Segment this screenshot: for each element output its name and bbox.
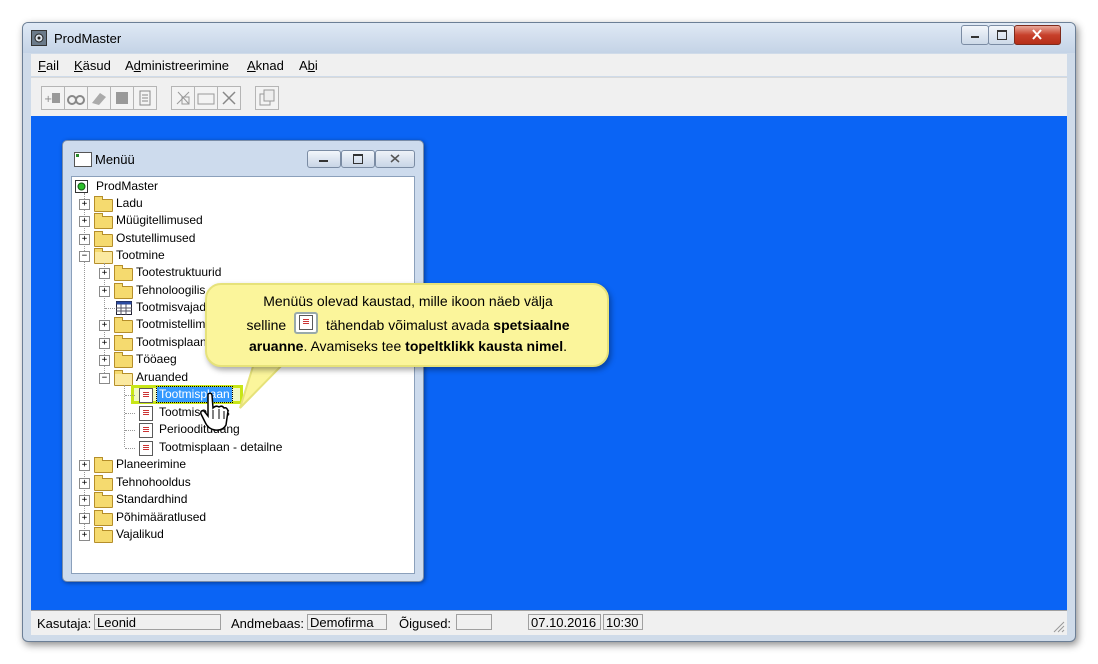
tree-item-ostutellimused[interactable]: + Ostutellimused xyxy=(72,231,272,248)
folder-icon xyxy=(197,93,215,105)
report-icon xyxy=(139,388,153,403)
expand-icon[interactable]: + xyxy=(79,216,90,227)
minimize-button[interactable] xyxy=(961,25,989,45)
time-field: 10:30 xyxy=(603,614,643,630)
copy-button[interactable] xyxy=(255,86,279,110)
menu-kasud[interactable]: Käsud xyxy=(74,58,111,73)
database-field: Demofirma xyxy=(307,614,387,630)
cut-icon xyxy=(176,91,190,105)
report-icon xyxy=(139,441,153,456)
stop-button[interactable] xyxy=(110,86,134,110)
collapse-icon[interactable]: − xyxy=(79,251,90,262)
database-label: Andmebaas: xyxy=(231,616,304,631)
resize-grip-icon[interactable] xyxy=(1051,619,1065,633)
stop-icon xyxy=(116,92,128,104)
callout-pointer xyxy=(239,360,289,409)
svg-text:+: + xyxy=(44,94,52,105)
report-icon xyxy=(139,406,153,421)
maximize-button[interactable] xyxy=(988,25,1015,45)
expand-icon[interactable]: + xyxy=(79,460,90,471)
eraser-icon xyxy=(92,93,106,105)
add-record-icon: + xyxy=(44,93,60,105)
title-bar[interactable]: ProdMaster xyxy=(23,23,1075,53)
toolbar: + xyxy=(31,77,1067,117)
expand-icon[interactable]: + xyxy=(99,268,110,279)
report-icon xyxy=(139,423,153,438)
hand-pointer-icon xyxy=(200,392,229,431)
tree-item-muugitellimused[interactable]: + Müügitellimused xyxy=(72,213,272,230)
expand-icon[interactable]: + xyxy=(99,355,110,366)
expand-icon[interactable]: + xyxy=(79,495,90,506)
tree-item-standardhind[interactable]: + Standardhind xyxy=(72,492,272,509)
tree-item-planeerimine[interactable]: + Planeerimine xyxy=(72,457,272,474)
folder-icon xyxy=(94,475,113,491)
folder-icon xyxy=(94,213,113,229)
expand-icon[interactable]: + xyxy=(79,478,90,489)
close-icon xyxy=(390,154,400,163)
date-field: 07.10.2016 xyxy=(528,614,601,630)
menu-administreerimine[interactable]: Administreerimine xyxy=(125,58,229,73)
root-icon xyxy=(75,180,88,193)
binoculars-icon xyxy=(67,95,85,105)
window-title: ProdMaster xyxy=(54,31,122,46)
callout-text: Menüüs olevad kaustad, mille ikoon näeb … xyxy=(246,293,570,354)
folder-icon xyxy=(94,510,113,526)
app-icon xyxy=(31,30,47,46)
folder-icon xyxy=(94,196,113,212)
tree-item-tehnohooldus[interactable]: + Tehnohooldus xyxy=(72,475,272,492)
cut-button[interactable] xyxy=(171,86,195,110)
tree-item-vajalikud[interactable]: + Vajalikud xyxy=(72,527,272,544)
expand-icon[interactable]: + xyxy=(79,530,90,541)
menu-window-title: Menüü xyxy=(95,152,135,167)
rights-label: Õigused: xyxy=(399,616,452,631)
document-icon xyxy=(139,90,151,106)
close-icon xyxy=(1032,29,1042,40)
expand-icon[interactable]: + xyxy=(79,199,90,210)
folder-icon xyxy=(114,283,133,299)
folder-icon xyxy=(114,352,133,368)
tree-item-report-detailne[interactable]: Tootmisplaan - detailne xyxy=(112,440,332,457)
rights-field xyxy=(456,614,492,630)
menu-abi[interactable]: Abi xyxy=(299,58,318,73)
delete-button[interactable] xyxy=(217,86,241,110)
collapse-icon[interactable]: − xyxy=(99,373,110,384)
expand-icon[interactable]: + xyxy=(79,513,90,524)
expand-icon[interactable]: + xyxy=(99,320,110,331)
folder-icon xyxy=(94,492,113,508)
tree-item-ladu[interactable]: + Ladu xyxy=(72,196,272,213)
folder-icon xyxy=(94,231,113,247)
child-maximize-button[interactable] xyxy=(341,150,375,168)
menu-bar: Fail Käsud Administreerimine Aknad Abi xyxy=(31,54,1067,76)
tree-item-tootestruktuurid[interactable]: + Tootestruktuurid xyxy=(92,265,292,282)
tree-item-tootmine[interactable]: − Tootmine xyxy=(72,248,272,265)
folder-icon xyxy=(114,265,133,281)
folder-icon xyxy=(94,457,113,473)
tree-item-pohimaaratlused[interactable]: + Põhimääratlused xyxy=(72,510,272,527)
report-icon xyxy=(294,312,319,334)
delete-icon xyxy=(222,91,236,105)
grid-icon xyxy=(116,301,132,315)
expand-icon[interactable]: + xyxy=(99,286,110,297)
user-field: Leonid xyxy=(94,614,221,630)
edit-button[interactable] xyxy=(87,86,111,110)
add-record-button[interactable]: + xyxy=(41,86,65,110)
user-label: Kasutaja: xyxy=(37,616,92,631)
folder-icon xyxy=(114,317,133,333)
expand-icon[interactable]: + xyxy=(99,338,110,349)
expand-icon[interactable]: + xyxy=(79,234,90,245)
folder-button[interactable] xyxy=(194,86,218,110)
tooltip-callout: Menüüs olevad kaustad, mille ikoon näeb … xyxy=(205,283,609,367)
close-button[interactable] xyxy=(1014,25,1061,45)
status-bar: Kasutaja: Leonid Andmebaas: Demofirma Õi… xyxy=(31,610,1067,635)
folder-icon xyxy=(114,335,133,351)
folder-icon xyxy=(94,527,113,543)
copy-icon xyxy=(259,89,275,106)
menu-fail[interactable]: Fail xyxy=(38,58,59,73)
window-icon xyxy=(74,152,92,167)
child-minimize-button[interactable] xyxy=(307,150,341,168)
menu-aknad[interactable]: Aknad xyxy=(247,58,284,73)
child-close-button[interactable] xyxy=(375,150,415,168)
find-button[interactable] xyxy=(64,86,88,110)
document-button[interactable] xyxy=(133,86,157,110)
